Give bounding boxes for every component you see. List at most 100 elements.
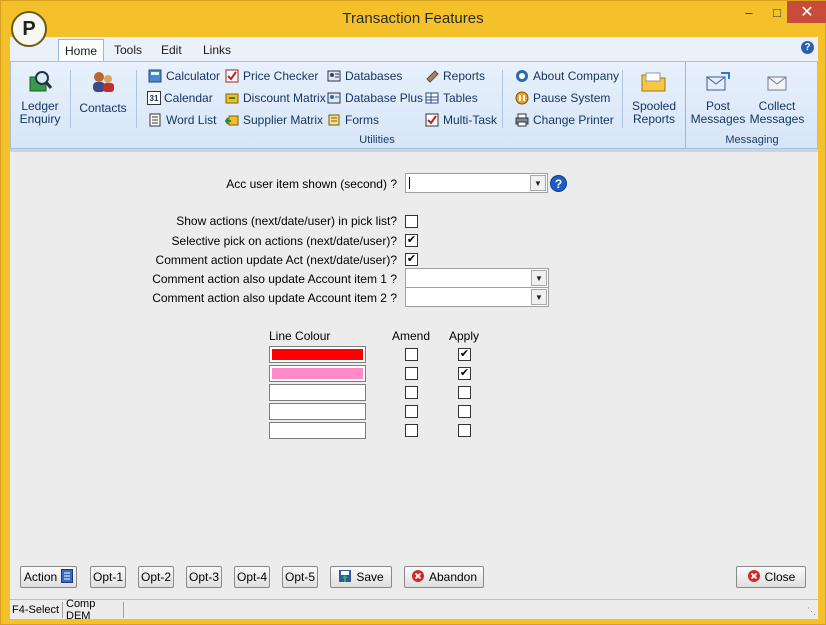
- databases-button[interactable]: Databases: [326, 67, 402, 85]
- spooled-reports-button[interactable]: Spooled Reports: [627, 68, 681, 126]
- contacts-label: Contacts: [79, 101, 127, 115]
- calculator-icon: [147, 68, 163, 84]
- show-actions-checkbox[interactable]: [405, 215, 418, 228]
- line-colour-header: Line Colour: [269, 329, 331, 343]
- contacts-icon: [89, 68, 117, 96]
- utilities-group-label: Utilities: [359, 134, 395, 146]
- comment-update-act-checkbox[interactable]: ✔: [405, 253, 418, 266]
- close-label: Close: [764, 570, 796, 584]
- chevron-down-icon[interactable]: ▼: [531, 270, 547, 286]
- opt4-label: Opt-4: [236, 570, 267, 584]
- calculator-button[interactable]: Calculator: [147, 67, 220, 85]
- discount-matrix-button[interactable]: Discount Matrix: [224, 89, 326, 107]
- databases-icon: [326, 68, 342, 84]
- multi-task-label: Multi-Task: [443, 113, 498, 127]
- calendar-label: Calendar: [164, 91, 213, 105]
- title-bar: Transaction Features – □ ✕: [1, 1, 826, 37]
- databases-label: Databases: [345, 69, 403, 83]
- line-colour-swatch[interactable]: [269, 384, 366, 401]
- amend-checkbox[interactable]: [405, 386, 418, 399]
- account-item2-combo[interactable]: ▼: [405, 287, 549, 307]
- ledger-enquiry-icon: [26, 68, 54, 96]
- contacts-button[interactable]: Contacts: [75, 68, 131, 115]
- tab-home[interactable]: Home: [58, 39, 105, 61]
- word-list-label: Word List: [166, 113, 217, 127]
- selective-pick-checkbox[interactable]: ✔: [405, 234, 418, 247]
- ribbon-separator: [70, 70, 71, 128]
- resize-grip-icon[interactable]: ⋱: [807, 606, 816, 617]
- tab-edit[interactable]: Edit: [155, 39, 188, 61]
- line-colour-swatch[interactable]: [269, 365, 366, 382]
- window-title: Transaction Features: [342, 10, 484, 27]
- abandon-label: Abandon: [428, 570, 478, 584]
- apply-checkbox[interactable]: ✔: [458, 367, 471, 380]
- tab-links[interactable]: Links: [197, 39, 237, 61]
- app-logo-icon[interactable]: P: [11, 11, 47, 47]
- opt1-button[interactable]: Opt-1: [90, 566, 126, 588]
- opt4-button[interactable]: Opt-4: [234, 566, 270, 588]
- save-icon: [338, 569, 352, 586]
- help-icon[interactable]: ?: [801, 41, 814, 54]
- minimize-button[interactable]: –: [735, 1, 763, 23]
- price-checker-button[interactable]: Price Checker: [224, 67, 318, 85]
- amend-checkbox[interactable]: [405, 424, 418, 437]
- abandon-icon: [411, 569, 425, 586]
- line-colour-swatch[interactable]: [269, 422, 366, 439]
- close-button[interactable]: Close: [736, 566, 806, 588]
- line-colour-swatch[interactable]: [269, 346, 366, 363]
- forms-button[interactable]: Forms: [326, 111, 379, 129]
- amend-checkbox[interactable]: [405, 405, 418, 418]
- line-colour-swatch[interactable]: [269, 403, 366, 420]
- tables-button[interactable]: Tables: [424, 89, 478, 107]
- calendar-button[interactable]: 31 Calendar: [147, 89, 213, 107]
- acc-user-item-label: Acc user item shown (second) ?: [226, 177, 397, 191]
- amend-checkbox[interactable]: [405, 367, 418, 380]
- multi-task-button[interactable]: Multi-Task: [424, 111, 497, 129]
- text-cursor: [409, 177, 410, 189]
- folder-icon: [640, 68, 668, 96]
- apply-checkbox[interactable]: [458, 386, 471, 399]
- chevron-down-icon[interactable]: ▼: [531, 289, 547, 305]
- reports-label: Reports: [443, 69, 486, 83]
- word-list-button[interactable]: Word List: [147, 111, 216, 129]
- apply-checkbox[interactable]: [458, 424, 471, 437]
- acc-user-item-combo[interactable]: ▼: [405, 173, 548, 193]
- post-messages-button[interactable]: Post Messages: [689, 68, 747, 126]
- tables-icon: [424, 90, 440, 106]
- opt3-button[interactable]: Opt-3: [186, 566, 222, 588]
- opt2-button[interactable]: Opt-2: [138, 566, 174, 588]
- ledger-enquiry-button[interactable]: Ledger Enquiry: [13, 68, 67, 126]
- ledger-enquiry-label-2: Enquiry: [19, 112, 61, 126]
- collect-messages-button[interactable]: Collect Messages: [747, 68, 807, 126]
- messaging-group-label: Messaging: [725, 134, 779, 146]
- opt5-button[interactable]: Opt-5: [282, 566, 318, 588]
- apply-checkbox[interactable]: ✔: [458, 348, 471, 361]
- amend-checkbox[interactable]: [405, 348, 418, 361]
- abandon-button[interactable]: Abandon: [404, 566, 484, 588]
- status-company: Comp DEM: [64, 598, 124, 622]
- printer-icon: [514, 112, 530, 128]
- multi-task-icon: [424, 112, 440, 128]
- reports-button[interactable]: Reports: [424, 67, 485, 85]
- ribbon-separator: [136, 70, 137, 128]
- tables-label: Tables: [443, 91, 478, 105]
- action-label: Action: [23, 570, 58, 584]
- help-icon[interactable]: ?: [550, 175, 567, 192]
- tab-tools[interactable]: Tools: [108, 39, 148, 61]
- about-company-button[interactable]: About Company: [514, 67, 619, 85]
- apply-checkbox[interactable]: [458, 405, 471, 418]
- close-window-button[interactable]: ✕: [787, 1, 826, 23]
- save-button[interactable]: Save: [330, 566, 392, 588]
- opt5-label: Opt-5: [284, 570, 315, 584]
- action-button[interactable]: Action: [20, 566, 77, 588]
- pause-system-button[interactable]: Pause System: [514, 89, 610, 107]
- forms-label: Forms: [345, 113, 379, 127]
- price-checker-label: Price Checker: [243, 69, 319, 83]
- database-plus-button[interactable]: Database Plus: [326, 89, 423, 107]
- supplier-matrix-button[interactable]: Supplier Matrix: [224, 111, 323, 129]
- save-label: Save: [356, 570, 384, 584]
- collect-message-icon: [763, 68, 791, 96]
- account-item1-combo[interactable]: ▼: [405, 268, 549, 288]
- chevron-down-icon[interactable]: ▼: [530, 175, 546, 191]
- change-printer-button[interactable]: Change Printer: [514, 111, 614, 129]
